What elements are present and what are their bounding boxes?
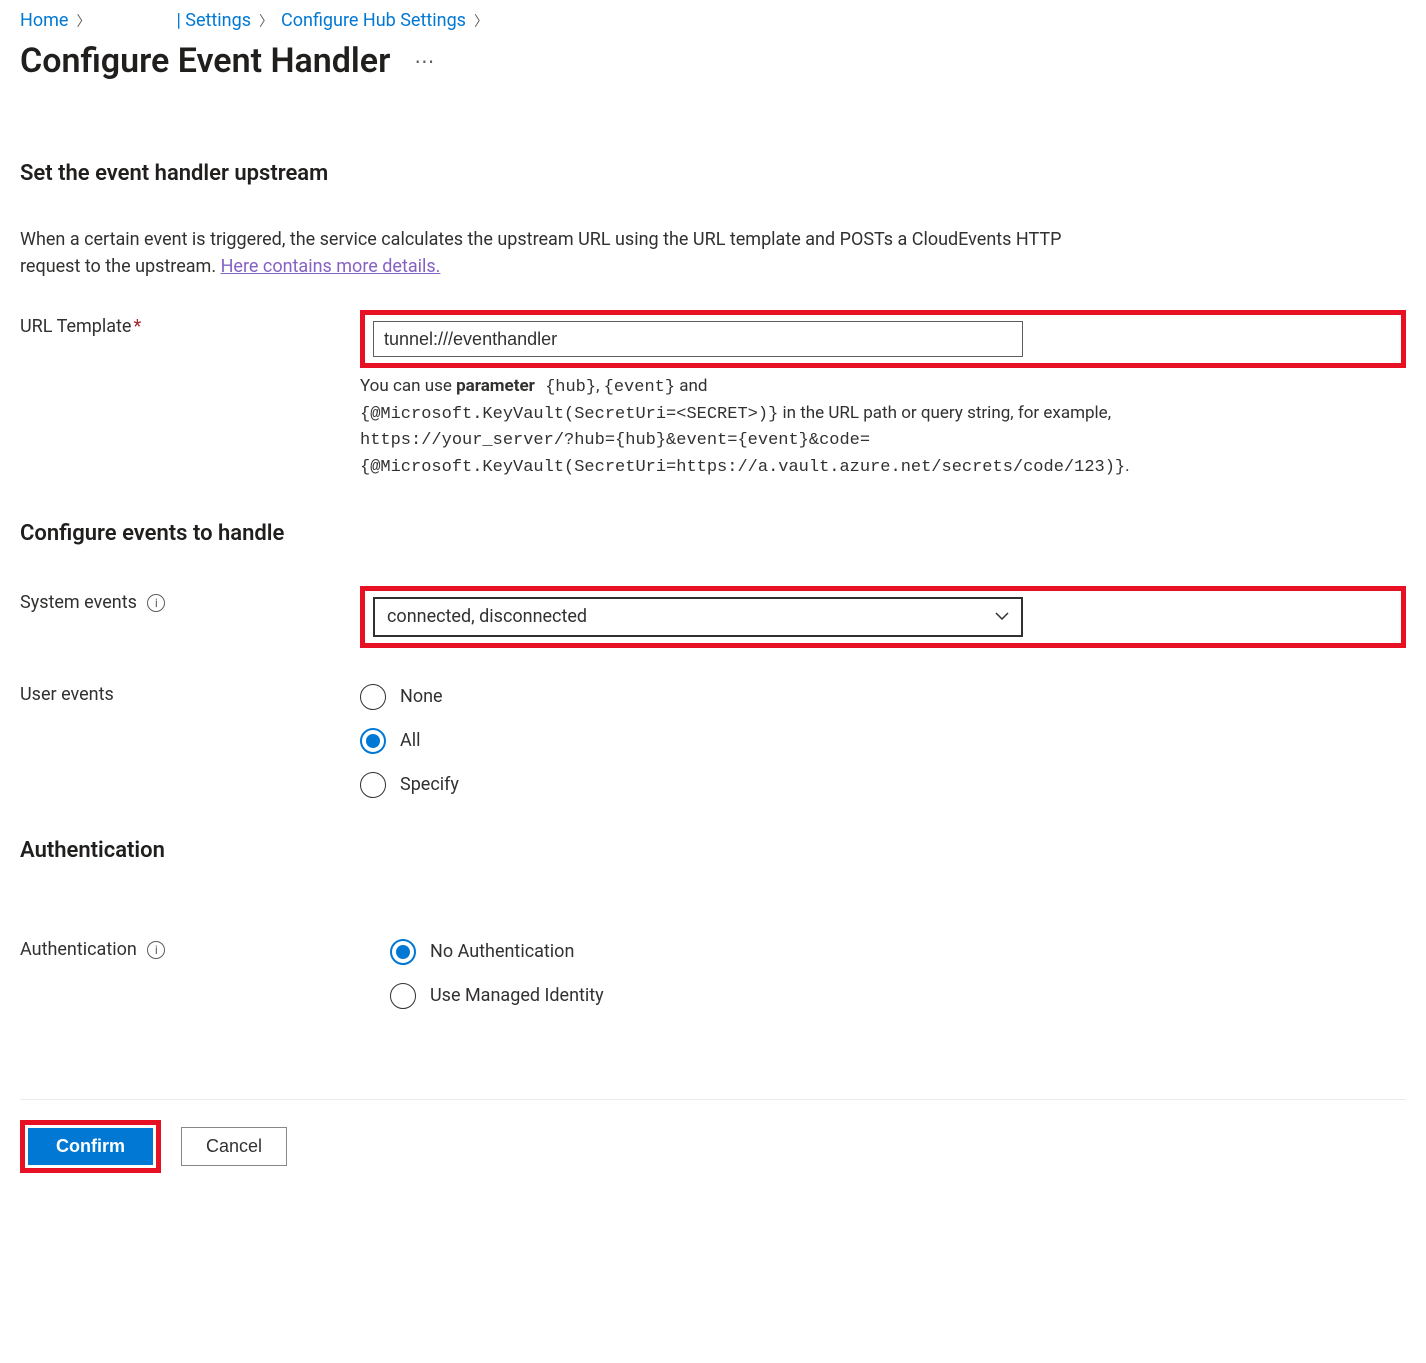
url-template-help: You can use parameter {hub}, {event} and…: [360, 374, 1120, 481]
breadcrumb: Home 〉 | Settings 〉 Configure Hub Settin…: [20, 10, 1406, 31]
radio-all[interactable]: All: [360, 728, 1406, 754]
breadcrumb-configure-hub[interactable]: Configure Hub Settings: [281, 10, 466, 31]
radio-none[interactable]: None: [360, 684, 1406, 710]
section-heading-auth: Authentication: [20, 838, 1406, 863]
info-icon[interactable]: i: [147, 941, 165, 959]
system-events-value: connected, disconnected: [387, 606, 587, 627]
footer-bar: Confirm Cancel: [20, 1099, 1406, 1203]
page-title: Configure Event Handler: [20, 41, 390, 81]
user-events-radio-group: None All Specify: [360, 684, 1406, 798]
system-events-dropdown[interactable]: connected, disconnected: [373, 597, 1023, 637]
highlight-system-events: connected, disconnected: [360, 586, 1406, 648]
user-events-label: User events: [20, 678, 360, 705]
radio-icon: [390, 939, 416, 965]
breadcrumb-home[interactable]: Home: [20, 10, 68, 31]
chevron-right-icon: 〉: [474, 11, 488, 31]
radio-no-auth[interactable]: No Authentication: [390, 939, 1406, 965]
upstream-description: When a certain event is triggered, the s…: [20, 226, 1120, 280]
details-link[interactable]: Here contains more details.: [221, 256, 441, 277]
authentication-label: Authentication i: [20, 933, 360, 960]
radio-icon: [360, 684, 386, 710]
highlight-confirm: Confirm: [20, 1120, 161, 1173]
chevron-right-icon: 〉: [76, 11, 90, 31]
more-actions-button[interactable]: ⋯: [414, 49, 436, 73]
url-template-input[interactable]: [373, 321, 1023, 357]
url-template-label: URL Template*: [20, 310, 360, 337]
radio-icon: [390, 983, 416, 1009]
auth-radio-group: No Authentication Use Managed Identity: [390, 939, 1406, 1009]
breadcrumb-settings[interactable]: | Settings: [176, 10, 251, 31]
system-events-label: System events i: [20, 586, 360, 613]
chevron-right-icon: 〉: [259, 11, 273, 31]
info-icon[interactable]: i: [147, 594, 165, 612]
section-heading-upstream: Set the event handler upstream: [20, 161, 1406, 186]
radio-managed-identity[interactable]: Use Managed Identity: [390, 983, 1406, 1009]
confirm-button[interactable]: Confirm: [28, 1128, 153, 1165]
highlight-url-template: [360, 310, 1406, 368]
cancel-button[interactable]: Cancel: [181, 1127, 287, 1166]
radio-icon: [360, 728, 386, 754]
radio-icon: [360, 772, 386, 798]
section-heading-events: Configure events to handle: [20, 521, 1406, 546]
chevron-down-icon: [995, 609, 1009, 625]
radio-specify[interactable]: Specify: [360, 772, 1406, 798]
